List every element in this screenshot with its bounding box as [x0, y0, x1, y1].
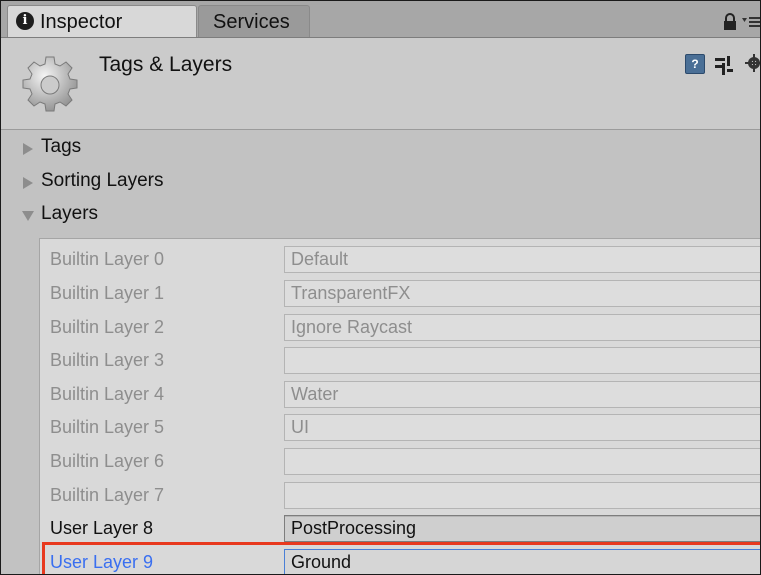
highlight-box: [42, 542, 760, 574]
layer-name: Builtin Layer 3: [50, 350, 165, 370]
layer-row: Builtin Layer 6: [40, 445, 760, 479]
tab-bar: i Inspector Services: [1, 1, 760, 38]
layer-field: Water: [284, 381, 760, 408]
layer-name: Builtin Layer 2: [50, 317, 165, 337]
layer-row: Builtin Layer 5 UI: [40, 411, 760, 445]
layer-name: Builtin Layer 4: [50, 384, 165, 404]
layer-name: User Layer 8: [50, 518, 154, 538]
triangle-right-icon: [23, 177, 33, 189]
inspector-window: i Inspector Services Tags & Layers ? Tag…: [0, 0, 761, 575]
gear-icon: [22, 56, 78, 112]
info-icon: i: [16, 12, 34, 30]
lock-icon[interactable]: [723, 13, 737, 31]
foldout-tags[interactable]: Tags: [21, 134, 321, 164]
triangle-right-icon: [23, 143, 33, 155]
layer-row: Builtin Layer 3: [40, 344, 760, 378]
layer-row-user-8: User Layer 8 PostProcessing: [40, 512, 760, 546]
menu-icon[interactable]: [742, 15, 760, 29]
inspector-header: Tags & Layers ?: [1, 38, 760, 130]
page-title: Tags & Layers: [99, 53, 233, 76]
tab-inspector-label: Inspector: [40, 11, 123, 33]
tab-services[interactable]: Services: [198, 5, 310, 37]
layer-name: Builtin Layer 0: [50, 249, 165, 269]
layer-row: Builtin Layer 1 TransparentFX: [40, 277, 760, 311]
layer-field: TransparentFX: [284, 280, 760, 307]
layer-row: Builtin Layer 0 Default: [40, 243, 760, 277]
layer-field: [284, 448, 760, 475]
foldout-tags-label: Tags: [41, 136, 82, 157]
foldout-layers[interactable]: Layers: [21, 201, 321, 231]
layer-field: Default: [284, 246, 760, 273]
preset-icon[interactable]: [713, 54, 735, 76]
tab-inspector[interactable]: i Inspector: [7, 5, 197, 37]
layer-name: Builtin Layer 7: [50, 485, 165, 505]
layer-field: UI: [284, 414, 760, 441]
foldout-sorting-layers-label: Sorting Layers: [41, 170, 164, 191]
layer-name: Builtin Layer 6: [50, 451, 165, 471]
foldout-layers-label: Layers: [41, 203, 99, 224]
triangle-down-icon: [22, 211, 34, 221]
layer-field: [284, 482, 760, 509]
layer-field: [284, 347, 760, 374]
layer-name: Builtin Layer 1: [50, 283, 165, 303]
layer-field-user-8[interactable]: PostProcessing: [284, 515, 760, 542]
layer-list: Builtin Layer 0 Default Builtin Layer 1 …: [39, 238, 760, 574]
tab-services-label: Services: [213, 11, 290, 33]
settings-icon[interactable]: [745, 54, 761, 72]
layer-name: Builtin Layer 5: [50, 417, 165, 437]
layer-row: Builtin Layer 7: [40, 479, 760, 513]
foldout-sorting-layers[interactable]: Sorting Layers: [21, 168, 321, 198]
layer-field: Ignore Raycast: [284, 314, 760, 341]
layer-row: Builtin Layer 2 Ignore Raycast: [40, 311, 760, 345]
help-icon[interactable]: ?: [685, 54, 705, 74]
layer-row: Builtin Layer 4 Water: [40, 378, 760, 412]
